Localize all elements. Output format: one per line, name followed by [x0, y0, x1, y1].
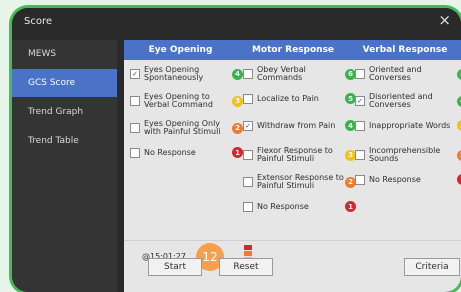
checkbox[interactable]: [243, 93, 253, 104]
footer-divider: [124, 240, 461, 241]
checkbox[interactable]: [355, 120, 365, 131]
eye-opening-header: Eye Opening: [124, 40, 238, 60]
option-label: No Response: [144, 147, 196, 157]
start-button[interactable]: Start: [148, 258, 202, 276]
verbal-option-4[interactable]: Incomprehensible Sounds 2: [355, 147, 461, 163]
score-badge: 4: [232, 68, 243, 80]
verbal-option-2[interactable]: ✓ Disoriented and Converses 4: [355, 93, 461, 109]
sidebar-item-mews[interactable]: MEWS: [12, 40, 117, 68]
gcs-table: Eye Opening Motor Response Verbal Respon…: [124, 40, 461, 240]
score-badge: 3: [457, 120, 461, 131]
verbal-option-3[interactable]: Inappropriate Words 3: [355, 120, 461, 131]
option-label: Oriented and Converses: [369, 65, 422, 82]
checkbox[interactable]: [355, 174, 365, 185]
checkbox[interactable]: ✓: [130, 69, 140, 79]
severity-bar-orange: [244, 251, 252, 256]
checkbox[interactable]: [130, 123, 140, 133]
reset-button[interactable]: Reset: [219, 258, 273, 276]
eye-option-4[interactable]: No Response 1: [130, 147, 243, 158]
sidebar: MEWS GCS Score Trend Graph Trend Table: [12, 40, 117, 292]
verbal-response-header: Verbal Response: [349, 40, 461, 60]
option-label: Inappropriate Words: [369, 120, 451, 130]
score-badge: 2: [232, 122, 243, 134]
checkbox[interactable]: [243, 201, 253, 212]
score-badge: 4: [457, 95, 461, 107]
option-label: No Response: [369, 174, 421, 184]
option-label: Eyes Opening to Verbal Command: [144, 92, 213, 109]
verbal-option-5[interactable]: No Response 1: [355, 174, 461, 185]
motor-option-2[interactable]: Localize to Pain 5: [243, 93, 356, 104]
option-label: Eyes Opening Only with Painful Stimuli: [144, 119, 221, 136]
checkbox[interactable]: [243, 177, 253, 187]
checkbox[interactable]: [355, 150, 365, 160]
option-label: Disoriented and Converses: [369, 92, 433, 109]
checkbox[interactable]: ✓: [355, 96, 365, 106]
checkbox[interactable]: [355, 69, 365, 79]
score-badge: 5: [457, 68, 461, 80]
window-title: Score: [24, 16, 53, 27]
score-badge: 1: [345, 201, 356, 212]
gcs-panel: Eye Opening Motor Response Verbal Respon…: [124, 40, 461, 292]
score-badge: 2: [457, 149, 461, 161]
motor-option-5[interactable]: Extensor Response to Painful Stimuli 2: [243, 174, 356, 190]
option-label: Withdraw from Pain: [257, 120, 336, 130]
score-badge: 3: [232, 95, 243, 107]
sidebar-item-trend-table[interactable]: Trend Table: [12, 127, 117, 155]
score-badge: 1: [232, 147, 243, 158]
eye-option-2[interactable]: Eyes Opening to Verbal Command 3: [130, 93, 243, 109]
option-label: Localize to Pain: [257, 93, 319, 103]
option-label: Flexor Response to Painful Stimuli: [257, 146, 333, 163]
close-icon[interactable]: ×: [438, 13, 451, 28]
option-label: No Response: [257, 201, 309, 211]
sidebar-item-gcs-score[interactable]: GCS Score: [12, 69, 117, 97]
title-bar: Score ×: [12, 8, 461, 36]
checkbox[interactable]: [243, 150, 253, 160]
option-label: Obey Verbal Commands: [257, 65, 306, 82]
checkbox[interactable]: [130, 96, 140, 106]
score-badge: 1: [457, 174, 461, 185]
score-window: Score × MEWS GCS Score Trend Graph Trend…: [12, 8, 461, 292]
option-label: Incomprehensible Sounds: [369, 146, 441, 163]
option-label: Eyes Opening Spontaneously: [144, 65, 204, 82]
severity-bar-red: [244, 245, 252, 250]
motor-option-6[interactable]: No Response 1: [243, 201, 356, 212]
checkbox[interactable]: [130, 147, 140, 158]
motor-response-header: Motor Response: [237, 40, 350, 60]
eye-option-1[interactable]: ✓ Eyes Opening Spontaneously 4: [130, 66, 243, 82]
verbal-option-1[interactable]: Oriented and Converses 5: [355, 66, 461, 82]
criteria-button[interactable]: Criteria: [404, 258, 460, 276]
checkbox[interactable]: [243, 69, 253, 79]
motor-option-3[interactable]: ✓ Withdraw from Pain 4: [243, 120, 356, 131]
checkbox[interactable]: ✓: [243, 120, 253, 131]
eye-option-3[interactable]: Eyes Opening Only with Painful Stimuli 2: [130, 120, 243, 136]
option-label: Extensor Response to Painful Stimuli: [257, 173, 344, 190]
motor-option-1[interactable]: Obey Verbal Commands 6: [243, 66, 356, 82]
motor-option-4[interactable]: Flexor Response to Painful Stimuli 3: [243, 147, 356, 163]
sidebar-item-trend-graph[interactable]: Trend Graph: [12, 98, 117, 126]
